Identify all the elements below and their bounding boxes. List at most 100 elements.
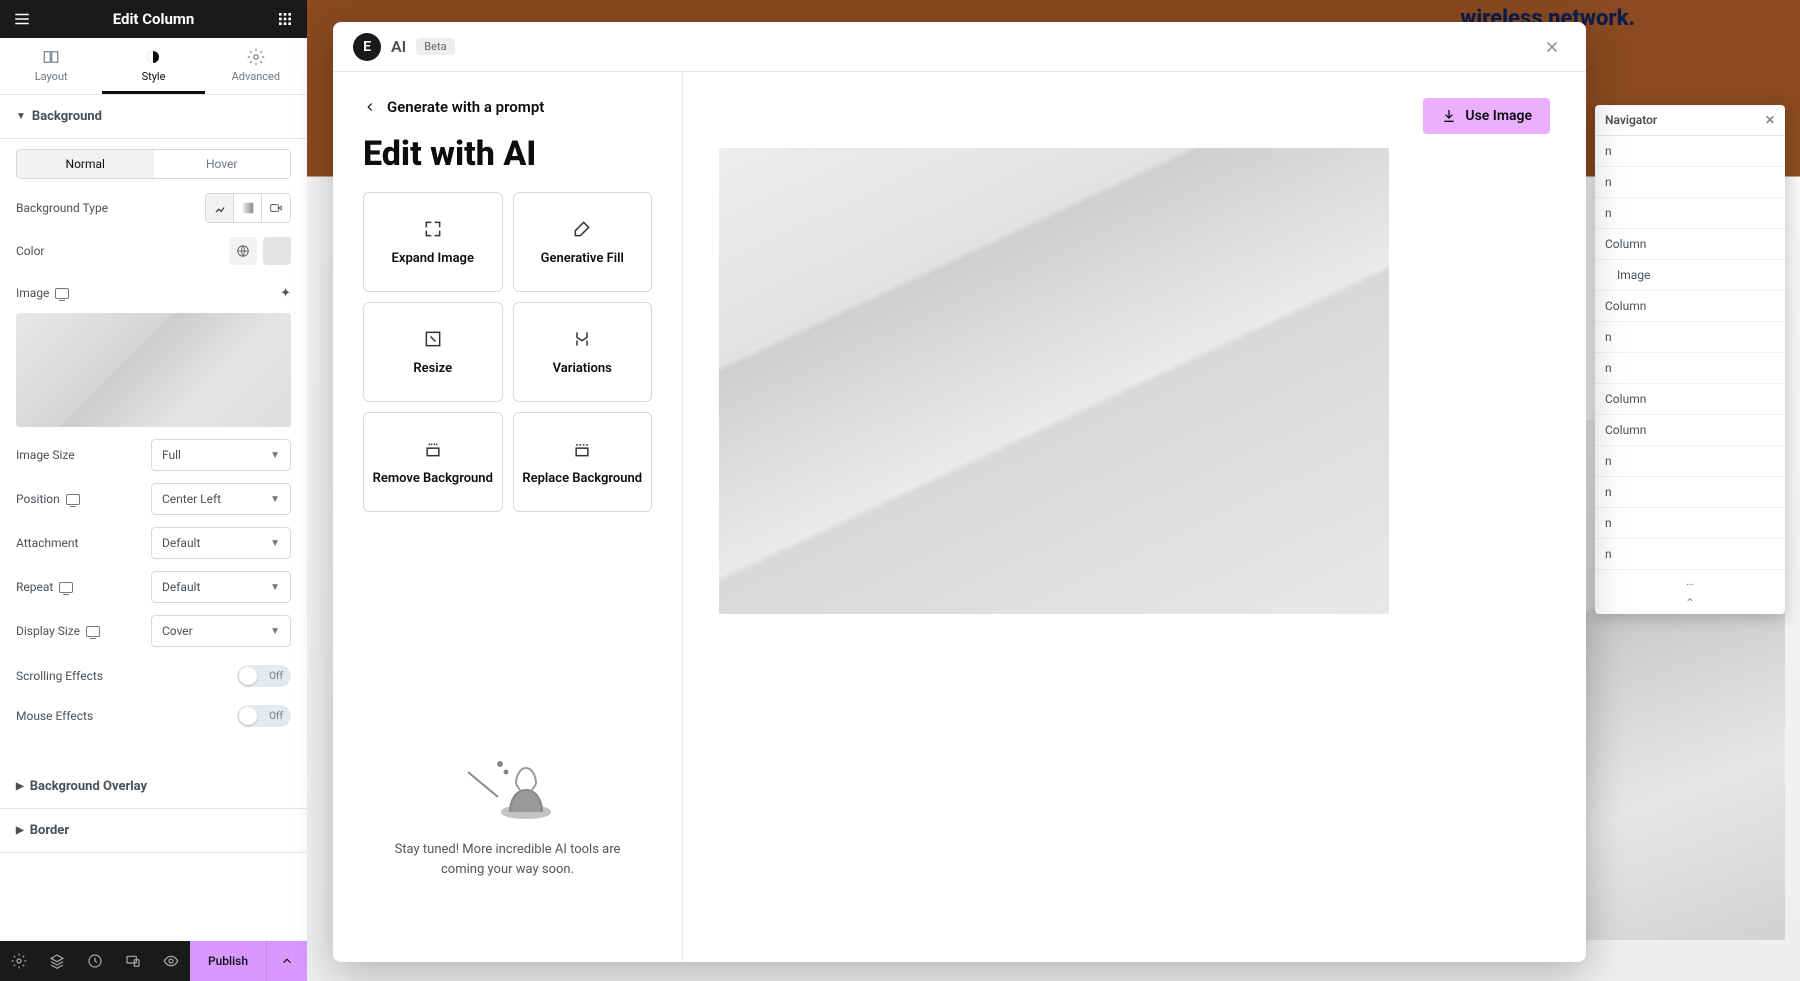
bg-type-video[interactable] <box>262 194 290 222</box>
edit-with-ai-heading: Edit with AI <box>363 134 652 174</box>
publish-options-button[interactable] <box>267 941 307 981</box>
bg-type-gradient[interactable] <box>234 194 262 222</box>
background-type-group <box>205 193 291 223</box>
tool-variations-label: Variations <box>553 361 612 376</box>
settings-icon[interactable] <box>0 941 38 981</box>
responsive-icon[interactable] <box>55 288 69 299</box>
close-icon[interactable] <box>1538 33 1566 61</box>
bg-type-classic[interactable] <box>206 194 234 222</box>
nav-item[interactable]: n <box>1595 322 1785 353</box>
section-border-header[interactable]: ▶ Border <box>0 809 307 853</box>
navigator-title: Navigator <box>1605 113 1657 127</box>
layers-icon[interactable] <box>38 941 76 981</box>
tab-style[interactable]: Style <box>102 38 204 94</box>
nav-item[interactable]: n <box>1595 477 1785 508</box>
responsive-icon[interactable] <box>59 582 73 593</box>
tool-resize[interactable]: Resize <box>363 302 503 402</box>
section-border-label: Border <box>30 823 69 838</box>
ai-preview-image <box>719 148 1389 614</box>
caret-right-icon: ▶ <box>16 825 24 836</box>
navigator-list[interactable]: n n n Column Image Column n n Column Col… <box>1595 136 1785 570</box>
use-image-button[interactable]: Use Image <box>1423 98 1550 134</box>
tool-replace-background[interactable]: Replace Background <box>513 412 653 512</box>
select-attachment[interactable]: Default▼ <box>151 527 291 559</box>
nav-item[interactable]: n <box>1595 353 1785 384</box>
back-generate-link[interactable]: Generate with a prompt <box>363 98 652 116</box>
responsive-preview-icon[interactable] <box>114 941 152 981</box>
history-icon[interactable] <box>76 941 114 981</box>
label-mouse-effects: Mouse Effects <box>16 709 93 723</box>
seg-normal[interactable]: Normal <box>17 150 154 178</box>
ai-tools-panel: Generate with a prompt Edit with AI Expa… <box>333 72 683 962</box>
tab-layout[interactable]: Layout <box>0 38 102 94</box>
tool-variations[interactable]: Variations <box>513 302 653 402</box>
image-thumbnail[interactable] <box>16 313 291 427</box>
toggle-scrolling-effects[interactable]: Off <box>237 665 291 687</box>
color-global-icon[interactable] <box>229 237 257 265</box>
stay-tuned-block: Stay tuned! More incredible AI tools are… <box>363 742 652 879</box>
label-color: Color <box>16 244 44 258</box>
section-background-header[interactable]: ▼ Background <box>0 95 307 139</box>
responsive-icon[interactable] <box>66 494 80 505</box>
chevron-down-icon: ▼ <box>270 538 280 549</box>
navigator-close-icon[interactable]: ✕ <box>1765 113 1775 127</box>
nav-item[interactable]: n <box>1595 198 1785 229</box>
beta-badge: Beta <box>416 38 454 55</box>
nav-item[interactable]: Column <box>1595 384 1785 415</box>
nav-item[interactable]: Column <box>1595 415 1785 446</box>
section-background-overlay-label: Background Overlay <box>30 779 147 794</box>
tab-advanced[interactable]: Advanced <box>205 38 307 94</box>
toggle-off-label: Off <box>269 671 283 682</box>
label-attachment: Attachment <box>16 536 78 550</box>
sidebar-header: Edit Column <box>0 0 307 38</box>
use-image-label: Use Image <box>1465 108 1532 124</box>
nav-item[interactable]: Image <box>1595 260 1785 291</box>
section-background-body: Normal Hover Background Type Color <box>0 139 307 765</box>
tool-generative-fill[interactable]: Generative Fill <box>513 192 653 292</box>
nav-item[interactable]: n <box>1595 136 1785 167</box>
select-image-size[interactable]: Full▼ <box>151 439 291 471</box>
select-position[interactable]: Center Left ▼ <box>151 483 291 515</box>
nav-item[interactable]: Column <box>1595 291 1785 322</box>
color-swatch[interactable] <box>263 237 291 265</box>
nav-item[interactable]: n <box>1595 508 1785 539</box>
preview-eye-icon[interactable] <box>152 941 190 981</box>
menu-icon[interactable] <box>12 9 32 29</box>
widgets-grid-icon[interactable] <box>275 9 295 29</box>
nav-item[interactable]: n <box>1595 167 1785 198</box>
navigator-ellipsis: … <box>1595 570 1785 592</box>
ai-title: AI <box>391 37 406 56</box>
tool-resize-label: Resize <box>413 361 452 376</box>
nav-item[interactable]: n <box>1595 446 1785 477</box>
select-display-size-value: Cover <box>162 624 193 638</box>
navigator-panel: Navigator ✕ n n n Column Image Column n … <box>1595 105 1785 614</box>
responsive-icon[interactable] <box>86 626 100 637</box>
tool-expand-label: Expand Image <box>392 251 474 266</box>
navigator-collapse-icon[interactable]: ⌃ <box>1595 592 1785 614</box>
tool-expand-image[interactable]: Expand Image <box>363 192 503 292</box>
ai-preview-panel: Use Image <box>683 72 1586 962</box>
section-background-overlay-header[interactable]: ▶ Background Overlay <box>0 765 307 809</box>
sidebar-title: Edit Column <box>113 10 195 28</box>
select-repeat[interactable]: Default▼ <box>151 571 291 603</box>
nav-item[interactable]: n <box>1595 539 1785 570</box>
label-position: Position <box>16 492 60 506</box>
tool-genfill-label: Generative Fill <box>541 251 624 266</box>
seg-hover[interactable]: Hover <box>154 150 291 178</box>
select-display-size[interactable]: Cover▼ <box>151 615 291 647</box>
ai-sparkle-icon[interactable]: ✦ <box>280 286 291 301</box>
tool-remove-background[interactable]: Remove Background <box>363 412 503 512</box>
editor-sidebar: Edit Column Layout Style Advanced ▼ Back… <box>0 0 307 981</box>
magic-hat-icon <box>458 742 558 822</box>
publish-button[interactable]: Publish <box>190 941 267 981</box>
select-repeat-value: Default <box>162 580 200 594</box>
normal-hover-segmented: Normal Hover <box>16 149 291 179</box>
nav-item[interactable]: Column <box>1595 229 1785 260</box>
navigator-header: Navigator ✕ <box>1595 105 1785 136</box>
select-position-value: Center Left <box>162 492 221 506</box>
label-image-size: Image Size <box>16 448 75 462</box>
tab-advanced-label: Advanced <box>232 70 280 83</box>
chevron-down-icon: ▼ <box>270 494 280 505</box>
label-background-type: Background Type <box>16 201 108 215</box>
toggle-mouse-effects[interactable]: Off <box>237 705 291 727</box>
